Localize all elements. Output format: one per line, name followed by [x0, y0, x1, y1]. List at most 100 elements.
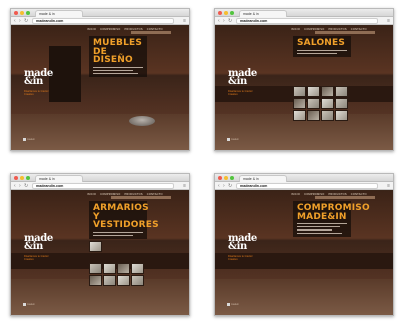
- page-viewport: INICIO COMPROMISO PRODUCTOS CONTACTO mad…: [11, 26, 189, 150]
- nav-productos[interactable]: PRODUCTOS: [124, 28, 142, 31]
- minimize-button[interactable]: [224, 176, 228, 180]
- browser-window-4: made & in ‹ › ↻ madeandin.com ≡ INICIO C…: [214, 173, 394, 316]
- reload-icon[interactable]: ↻: [24, 18, 28, 24]
- gallery-thumb[interactable]: [89, 263, 102, 274]
- close-button[interactable]: [218, 176, 222, 180]
- nav-contacto[interactable]: CONTACTO: [147, 193, 163, 196]
- gallery-thumb[interactable]: [117, 275, 130, 286]
- section-panel: MUEBLES DE DISEÑO: [89, 36, 147, 78]
- gallery-thumb[interactable]: [307, 86, 320, 97]
- minimize-button[interactable]: [224, 11, 228, 15]
- title-bar: made & in: [11, 174, 189, 182]
- address-bar-row: ‹ › ↻ madeandin.com ≡: [215, 182, 393, 190]
- title-bar: made & in: [11, 9, 189, 17]
- close-button[interactable]: [14, 176, 18, 180]
- nav-inicio[interactable]: INICIO: [291, 193, 300, 196]
- nav-compromiso[interactable]: COMPROMISO: [100, 28, 120, 31]
- gallery-thumb[interactable]: [335, 86, 348, 97]
- back-arrow-icon[interactable]: ‹: [14, 18, 16, 24]
- logo[interactable]: made &in: [228, 234, 257, 252]
- browser-tab[interactable]: made & in: [35, 10, 83, 17]
- footer-credit[interactable]: madein: [227, 303, 239, 306]
- gallery: [293, 86, 348, 121]
- menu-icon[interactable]: ≡: [183, 183, 186, 189]
- close-button[interactable]: [218, 11, 222, 15]
- gallery-thumb[interactable]: [321, 98, 334, 109]
- forward-arrow-icon[interactable]: ›: [223, 183, 225, 189]
- menu-icon[interactable]: ≡: [387, 183, 390, 189]
- gallery-thumb[interactable]: [103, 275, 116, 286]
- nav-inicio[interactable]: INICIO: [87, 28, 96, 31]
- browser-tab[interactable]: made & in: [239, 10, 287, 17]
- gallery-thumb[interactable]: [131, 275, 144, 286]
- back-arrow-icon[interactable]: ‹: [14, 183, 16, 189]
- gallery-thumb[interactable]: [89, 241, 102, 252]
- reload-icon[interactable]: ↻: [24, 183, 28, 189]
- nav-compromiso[interactable]: COMPROMISO: [100, 193, 120, 196]
- menu-icon[interactable]: ≡: [183, 18, 186, 24]
- nav-productos[interactable]: PRODUCTOS: [124, 193, 142, 196]
- url-field[interactable]: madeandin.com: [236, 18, 378, 24]
- site-nav: INICIO COMPROMISO PRODUCTOS CONTACTO: [291, 28, 367, 31]
- gallery-thumb[interactable]: [307, 110, 320, 121]
- nav-contacto[interactable]: CONTACTO: [351, 28, 367, 31]
- gallery-thumb[interactable]: [89, 275, 102, 286]
- menu-icon[interactable]: ≡: [387, 18, 390, 24]
- gallery-thumb[interactable]: [293, 98, 306, 109]
- zoom-button[interactable]: [230, 176, 234, 180]
- logo[interactable]: made &in: [24, 69, 53, 87]
- gallery-thumb[interactable]: [307, 98, 320, 109]
- nav-compromiso[interactable]: COMPROMISO: [304, 28, 324, 31]
- browser-tab[interactable]: made & in: [35, 175, 83, 182]
- nav-productos[interactable]: PRODUCTOS: [328, 193, 346, 196]
- gallery-thumb[interactable]: [103, 263, 116, 274]
- nav-productos[interactable]: PRODUCTOS: [328, 28, 346, 31]
- url-field[interactable]: madeandin.com: [32, 183, 174, 189]
- close-button[interactable]: [14, 11, 18, 15]
- minimize-button[interactable]: [20, 11, 24, 15]
- forward-arrow-icon[interactable]: ›: [223, 18, 225, 24]
- nav-contacto[interactable]: CONTACTO: [351, 193, 367, 196]
- zoom-button[interactable]: [230, 11, 234, 15]
- section-title: MUEBLES DE DISEÑO: [93, 38, 143, 65]
- page-viewport: INICIO COMPROMISO PRODUCTOS CONTACTO mad…: [11, 191, 189, 315]
- url-field[interactable]: madeandin.com: [32, 18, 174, 24]
- zoom-button[interactable]: [26, 11, 30, 15]
- gallery-thumb[interactable]: [293, 86, 306, 97]
- url-field[interactable]: madeandin.com: [236, 183, 378, 189]
- page-viewport: INICIO COMPROMISO PRODUCTOS CONTACTO mad…: [215, 191, 393, 315]
- reload-icon[interactable]: ↻: [228, 183, 232, 189]
- site-nav: INICIO COMPROMISO PRODUCTOS CONTACTO: [87, 28, 163, 31]
- minimize-button[interactable]: [20, 176, 24, 180]
- logo[interactable]: made &in: [24, 234, 53, 252]
- screenshot-grid: made & in ‹ › ↻ madeandin.com ≡ INICIO C…: [0, 0, 403, 329]
- gallery-thumb[interactable]: [321, 86, 334, 97]
- address-bar-row: ‹ › ↻ madeandin.com ≡: [11, 17, 189, 25]
- browser-window-2: made & in ‹ › ↻ madeandin.com ≡ INICIO C…: [214, 8, 394, 151]
- logo[interactable]: made &in: [228, 69, 257, 87]
- footer-credit[interactable]: madein: [227, 138, 239, 141]
- browser-tab[interactable]: made & in: [239, 175, 287, 182]
- footer-credit[interactable]: madein: [23, 138, 35, 141]
- section-panel: ARMARIOS Y VESTIDORES: [89, 201, 159, 239]
- section-title: SALONES: [297, 38, 346, 48]
- reload-icon[interactable]: ↻: [228, 18, 232, 24]
- title-bar: made & in: [215, 9, 393, 17]
- gallery-thumb[interactable]: [335, 110, 348, 121]
- gallery-thumb[interactable]: [117, 263, 130, 274]
- forward-arrow-icon[interactable]: ›: [19, 183, 21, 189]
- nav-contacto[interactable]: CONTACTO: [147, 28, 163, 31]
- zoom-button[interactable]: [26, 176, 30, 180]
- back-arrow-icon[interactable]: ‹: [218, 183, 220, 189]
- nav-inicio[interactable]: INICIO: [291, 28, 300, 31]
- footer-credit[interactable]: madein: [23, 303, 35, 306]
- gallery-thumb[interactable]: [335, 98, 348, 109]
- nav-compromiso[interactable]: COMPROMISO: [304, 193, 324, 196]
- title-bar: made & in: [215, 174, 393, 182]
- back-arrow-icon[interactable]: ‹: [218, 18, 220, 24]
- gallery-thumb[interactable]: [321, 110, 334, 121]
- nav-inicio[interactable]: INICIO: [87, 193, 96, 196]
- gallery-thumb[interactable]: [293, 110, 306, 121]
- gallery-thumb[interactable]: [131, 263, 144, 274]
- forward-arrow-icon[interactable]: ›: [19, 18, 21, 24]
